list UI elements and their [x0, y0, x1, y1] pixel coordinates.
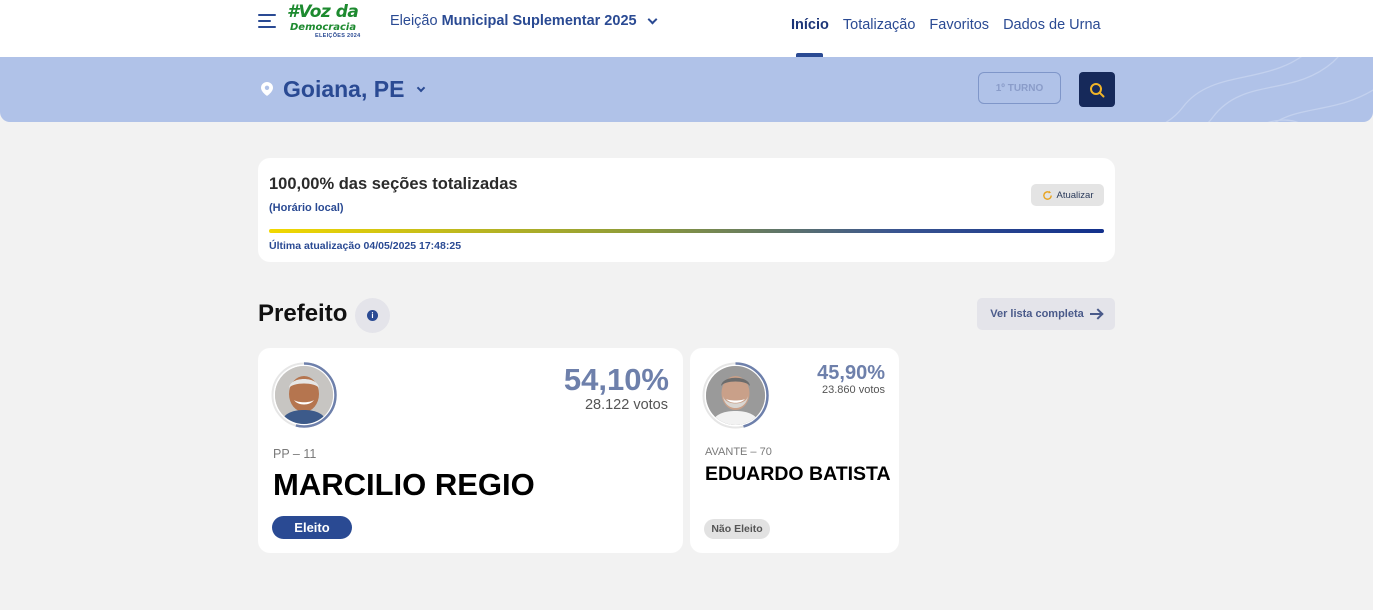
vote-percentage: 54,10% — [563, 362, 669, 397]
hamburger-menu-icon[interactable] — [258, 13, 276, 29]
candidate-avatar — [702, 362, 769, 429]
candidate-name: EDUARDO BATISTA — [705, 463, 891, 485]
refresh-label: Atualizar — [1056, 189, 1094, 201]
info-button[interactable]: i — [355, 298, 390, 333]
arrow-right-icon — [1089, 313, 1102, 315]
decorative-wave-pattern — [1165, 57, 1373, 122]
full-list-button[interactable]: Ver lista completa — [977, 298, 1115, 330]
main-nav: Início Totalização Favoritos Dados de Ur… — [791, 17, 1101, 33]
chevron-down-icon — [417, 83, 426, 92]
party-number: AVANTE – 70 — [705, 446, 772, 458]
vote-count: 28.122 votos — [584, 397, 668, 413]
turno-button[interactable]: 1º TURNO — [978, 72, 1061, 104]
elected-badge: Eleito — [272, 516, 352, 539]
info-icon: i — [367, 310, 378, 321]
search-button[interactable] — [1079, 72, 1115, 107]
candidate-photo — [275, 366, 333, 424]
candidate-card-elected[interactable]: 54,10% 28.122 votos PP – 11 MARCILIO REG… — [258, 348, 683, 553]
election-prefix: Eleição — [390, 13, 438, 29]
candidate-name: MARCILIO REGIO — [273, 467, 535, 502]
candidate-photo — [706, 366, 765, 425]
party-number: PP – 11 — [273, 447, 317, 461]
logo-main-text: #Voz da — [287, 2, 359, 22]
candidate-card[interactable]: 45,90% 23.860 votos AVANTE – 70 EDUARDO … — [690, 348, 899, 553]
status-title: 100,00% das seções totalizadas — [269, 175, 518, 193]
location-bar: Goiana, PE 1º TURNO — [0, 57, 1373, 122]
section-title: Prefeito — [258, 300, 348, 327]
voz-da-democracia-logo[interactable]: #Voz da Democracia ELEIÇÕES 2024 — [287, 4, 373, 40]
nav-totalizacao[interactable]: Totalização — [843, 17, 916, 33]
refresh-icon — [1042, 190, 1052, 200]
location-pin-icon — [261, 82, 273, 96]
election-selector[interactable]: Eleição Municipal Suplementar 2025 — [390, 13, 658, 29]
refresh-button[interactable]: Atualizar — [1031, 184, 1104, 206]
candidate-avatar — [271, 362, 337, 428]
location-selector[interactable]: Goiana, PE — [283, 76, 426, 103]
progress-fill — [269, 229, 1104, 233]
not-elected-badge: Não Eleito — [704, 519, 770, 539]
logo-sub-text: Democracia — [290, 22, 357, 33]
search-icon — [1090, 82, 1105, 97]
location-name: Goiana, PE — [283, 76, 405, 102]
full-list-label: Ver lista completa — [990, 308, 1084, 320]
election-name: Municipal Suplementar 2025 — [441, 13, 637, 29]
last-updated-text: Última atualização 04/05/2025 17:48:25 — [269, 240, 462, 252]
status-subtitle: (Horário local) — [269, 202, 344, 214]
totalization-progress-bar — [269, 229, 1104, 233]
nav-inicio[interactable]: Início — [791, 17, 829, 33]
vote-count: 23.860 votos — [822, 384, 885, 396]
totalization-status-card: 100,00% das seções totalizadas (Horário … — [258, 158, 1115, 262]
logo-year-text: ELEIÇÕES 2024 — [315, 33, 361, 39]
chevron-down-icon — [647, 14, 658, 24]
vote-percentage: 45,90% — [817, 362, 885, 384]
top-navbar: #Voz da Democracia ELEIÇÕES 2024 Eleição… — [0, 0, 1373, 57]
nav-favoritos[interactable]: Favoritos — [929, 17, 989, 33]
nav-dados-de-urna[interactable]: Dados de Urna — [1003, 17, 1101, 33]
